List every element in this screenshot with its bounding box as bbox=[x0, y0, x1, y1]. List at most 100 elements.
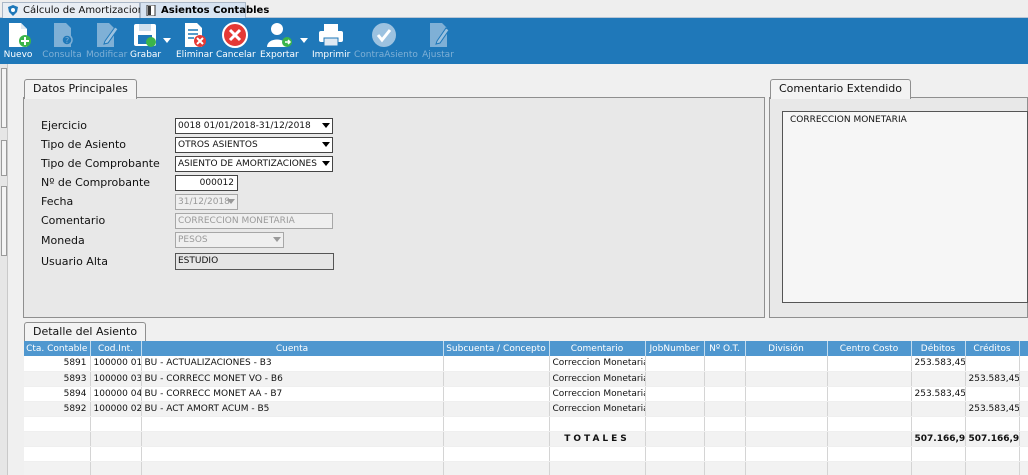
column-header[interactable]: Subcuenta / Concepto bbox=[443, 341, 550, 356]
table-row[interactable]: 5891 100000 01 BU - ACTUALIZACIONES - B3… bbox=[24, 356, 1028, 372]
cell-subcuenta[interactable] bbox=[443, 371, 550, 387]
cancelar-button[interactable]: Cancelar bbox=[216, 21, 256, 63]
cell-cta[interactable]: 5894 bbox=[24, 386, 91, 402]
table-row[interactable]: 5892 100000 02 BU - ACT AMORT ACUM - B5 … bbox=[24, 401, 1028, 417]
cell-cta[interactable]: 5891 bbox=[24, 356, 91, 372]
cell-centro-costo[interactable] bbox=[827, 401, 912, 417]
fecha-input[interactable]: 31/12/2018 bbox=[175, 194, 238, 210]
modificar-label: Modificar bbox=[86, 50, 128, 60]
cell-cod[interactable]: 100000 04 bbox=[90, 386, 142, 402]
cell-centro-costo[interactable] bbox=[827, 386, 912, 402]
cell-subcuenta[interactable] bbox=[443, 401, 550, 417]
tab-detalle-asiento[interactable]: Detalle del Asiento bbox=[24, 322, 147, 342]
cell-filler bbox=[1019, 386, 1028, 402]
cell-nro-ot[interactable] bbox=[704, 386, 746, 402]
column-header[interactable]: Cod.Int. bbox=[90, 341, 142, 356]
cell-credito[interactable]: 253.583,45 bbox=[965, 371, 1020, 387]
column-header[interactable]: División bbox=[745, 341, 828, 356]
cell-division[interactable] bbox=[745, 371, 828, 387]
cell-nro-ot[interactable] bbox=[704, 371, 746, 387]
table-row-empty[interactable] bbox=[24, 461, 1028, 475]
cell-comentario[interactable]: Correccion Monetaria bbox=[549, 386, 646, 402]
cell-division[interactable] bbox=[745, 386, 828, 402]
cell-division[interactable] bbox=[745, 356, 828, 372]
cell-cta[interactable]: 5892 bbox=[24, 401, 91, 417]
cell-cod[interactable]: 100000 02 bbox=[90, 401, 142, 417]
chevron-down-icon[interactable] bbox=[300, 38, 308, 44]
ejercicio-select[interactable]: 0018 01/01/2018-31/12/2018 bbox=[175, 118, 333, 134]
contra-asiento-button[interactable]: ContraAsiento bbox=[354, 21, 418, 63]
consulta-button[interactable]: ? Consulta bbox=[42, 21, 82, 63]
side-handle[interactable] bbox=[1, 186, 7, 256]
column-header[interactable]: Comentario bbox=[549, 341, 646, 356]
cell-debito[interactable]: 253.583,45 bbox=[911, 356, 966, 372]
cell-debito[interactable] bbox=[911, 401, 966, 417]
tipo-asiento-label: Tipo de Asiento bbox=[41, 138, 126, 151]
column-header[interactable]: Créditos bbox=[965, 341, 1020, 356]
nro-comprobante-input[interactable]: 000012 bbox=[175, 175, 238, 191]
tab-datos-principales[interactable]: Datos Principales bbox=[24, 79, 137, 99]
column-header[interactable]: Cta. Contable bbox=[24, 341, 91, 356]
svg-text:?: ? bbox=[65, 36, 69, 45]
comentario-input[interactable]: CORRECCION MONETARIA bbox=[175, 213, 333, 229]
usuario-alta-input[interactable]: ESTUDIO bbox=[175, 253, 334, 270]
comentario-label: Comentario bbox=[41, 214, 106, 227]
table-row[interactable]: 5893 100000 03 BU - CORRECC MONET VO - B… bbox=[24, 371, 1028, 387]
cell-cuenta[interactable]: BU - CORRECC MONET AA - B7 bbox=[141, 386, 444, 402]
side-handle[interactable] bbox=[1, 140, 7, 176]
cell-cod[interactable]: 100000 01 bbox=[90, 356, 142, 372]
column-header[interactable]: Débitos bbox=[911, 341, 966, 356]
cell-cuenta[interactable]: BU - CORRECC MONET VO - B6 bbox=[141, 371, 444, 387]
cell-jobnumber[interactable] bbox=[645, 401, 705, 417]
moneda-select[interactable]: PESOS bbox=[175, 232, 284, 248]
cell-cuenta[interactable]: BU - ACTUALIZACIONES - B3 bbox=[141, 356, 444, 372]
modificar-button[interactable]: Modificar bbox=[86, 21, 128, 63]
table-row[interactable]: 5894 100000 04 BU - CORRECC MONET AA - B… bbox=[24, 386, 1028, 402]
cell-credito[interactable] bbox=[965, 386, 1020, 402]
cell-centro-costo[interactable] bbox=[827, 371, 912, 387]
tab-comentario-extendido[interactable]: Comentario Extendido bbox=[770, 79, 911, 99]
column-header[interactable]: Centro Costo bbox=[827, 341, 912, 356]
tab-asientos-contables[interactable]: Asientos Contables bbox=[140, 2, 269, 18]
grabar-button[interactable]: Grabar bbox=[130, 21, 161, 63]
cell-jobnumber[interactable] bbox=[645, 386, 705, 402]
ajustar-button[interactable]: Ajustar bbox=[418, 21, 458, 63]
column-header[interactable]: Cuenta bbox=[141, 341, 444, 356]
adjust-document-icon bbox=[430, 23, 450, 47]
cell-jobnumber[interactable] bbox=[645, 356, 705, 372]
cell-cta[interactable]: 5893 bbox=[24, 371, 91, 387]
cell-subcuenta[interactable] bbox=[443, 386, 550, 402]
tab-label: Detalle del Asiento bbox=[33, 325, 138, 338]
comentario-extendido-textarea[interactable]: CORRECCION MONETARIA bbox=[782, 111, 1028, 303]
chevron-down-icon[interactable] bbox=[163, 38, 171, 44]
cell-subcuenta[interactable] bbox=[443, 356, 550, 372]
table-row-empty[interactable] bbox=[24, 446, 1028, 462]
tipo-comprobante-select[interactable]: ASIENTO DE AMORTIZACIONES bbox=[175, 156, 333, 172]
column-header-filler bbox=[1019, 341, 1028, 356]
cell-debito[interactable]: 253.583,45 bbox=[911, 386, 966, 402]
side-handle[interactable] bbox=[1, 68, 7, 128]
table-row-empty[interactable] bbox=[24, 416, 1028, 432]
cell-jobnumber[interactable] bbox=[645, 371, 705, 387]
exportar-button[interactable]: Exportar bbox=[260, 21, 299, 63]
cell-comentario[interactable]: Correccion Monetaria bbox=[549, 356, 646, 372]
cell-nro-ot[interactable] bbox=[704, 401, 746, 417]
imprimir-button[interactable]: Imprimir bbox=[312, 21, 350, 63]
cell-credito[interactable]: 253.583,45 bbox=[965, 401, 1020, 417]
eliminar-button[interactable]: Eliminar bbox=[176, 21, 213, 63]
column-header[interactable]: Nº O.T. bbox=[704, 341, 746, 356]
column-header[interactable]: JobNumber bbox=[645, 341, 705, 356]
cell-debito[interactable] bbox=[911, 371, 966, 387]
moneda-value: PESOS bbox=[178, 235, 208, 245]
cell-comentario[interactable]: Correccion Monetaria bbox=[549, 401, 646, 417]
cell-credito[interactable] bbox=[965, 356, 1020, 372]
cell-cuenta[interactable]: BU - ACT AMORT ACUM - B5 bbox=[141, 401, 444, 417]
nuevo-button[interactable]: Nuevo bbox=[3, 21, 33, 63]
cell-cod[interactable]: 100000 03 bbox=[90, 371, 142, 387]
cell-comentario[interactable]: Correccion Monetaria bbox=[549, 371, 646, 387]
tab-calculo-amortizaciones[interactable]: Cálculo de Amortizaciones bbox=[2, 2, 155, 18]
cell-centro-costo[interactable] bbox=[827, 356, 912, 372]
cell-nro-ot[interactable] bbox=[704, 356, 746, 372]
tipo-asiento-select[interactable]: OTROS ASIENTOS bbox=[175, 137, 333, 153]
cell-division[interactable] bbox=[745, 401, 828, 417]
